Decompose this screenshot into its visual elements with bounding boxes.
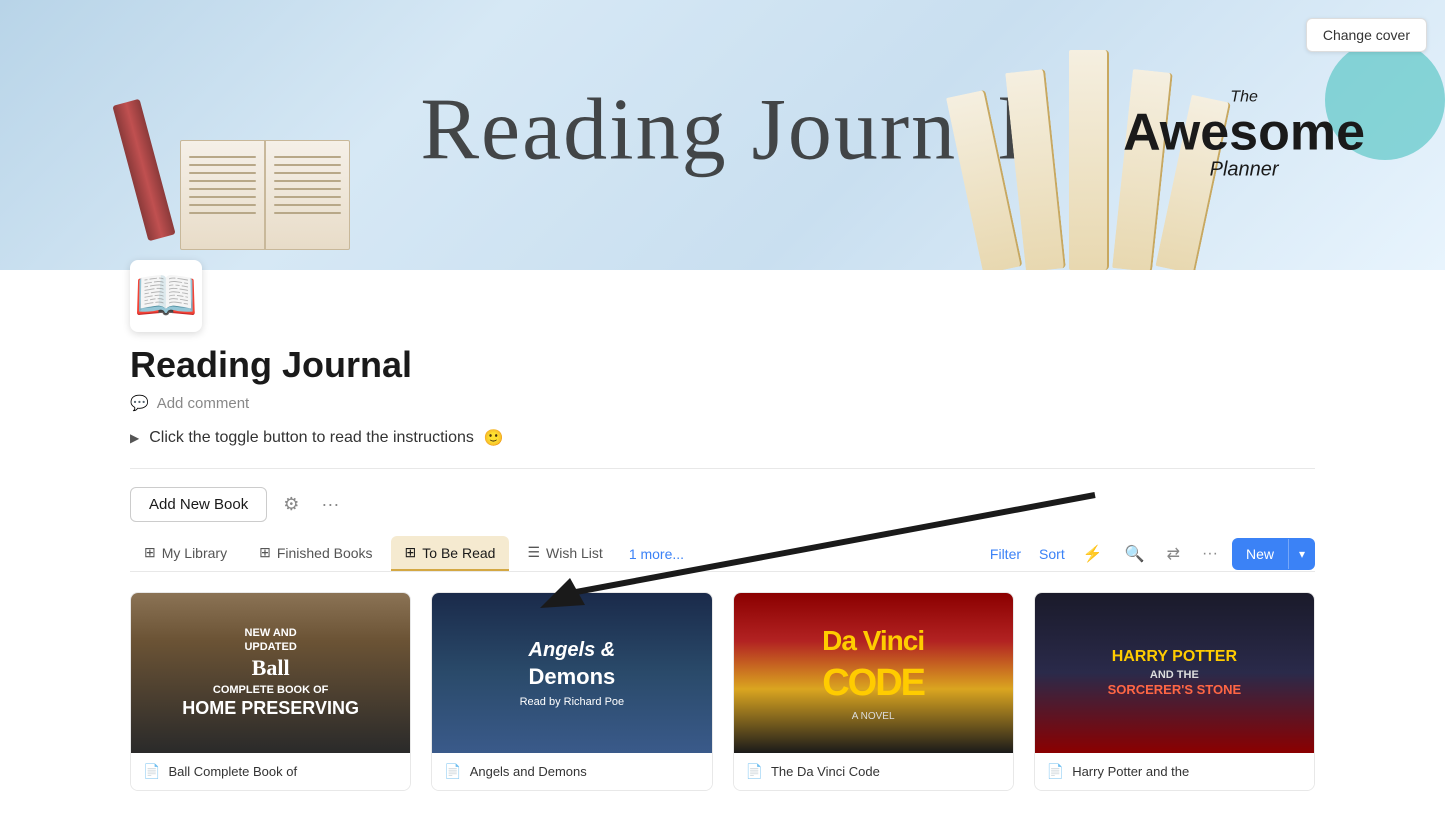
book-cover-text-4: HARRY POTTERAND THESORCERER'S STONE <box>1108 647 1242 699</box>
tab-finished-books[interactable]: ⊞ Finished Books <box>245 536 386 571</box>
tab-finished-books-icon: ⊞ <box>259 544 271 561</box>
section-divider <box>130 468 1315 469</box>
book-cover-3: Da VinciCODEA NOVEL <box>734 593 1013 753</box>
more-options-button[interactable]: ··· <box>315 490 345 519</box>
tab-finished-books-label: Finished Books <box>277 545 373 561</box>
open-book-left-page <box>180 140 265 250</box>
toolbar-row: Add New Book ⚙ ··· <box>130 487 1315 522</box>
book-card-1[interactable]: NEW ANDUPDATEDBallCOMPLETE BOOK OFHOME P… <box>130 592 411 791</box>
book-footer-2: 📄 Angels and Demons <box>432 753 711 790</box>
book-cover-1: NEW ANDUPDATEDBallCOMPLETE BOOK OFHOME P… <box>131 593 410 753</box>
banner: Reading Journal <box>0 0 1445 270</box>
tab-to-be-read-label: To Be Read <box>422 545 495 561</box>
toggle-row[interactable]: ▶ Click the toggle button to read the in… <box>130 428 1315 448</box>
book-footer-1: 📄 Ball Complete Book of <box>131 753 410 790</box>
book-cover-2: Angels &DemonsRead by Richard Poe <box>432 593 711 753</box>
page-title: Reading Journal <box>130 344 1315 386</box>
book-spine <box>112 99 175 241</box>
add-comment-label: Add comment <box>157 395 250 412</box>
book-card-4[interactable]: HARRY POTTERAND THESORCERER'S STONE 📄 Ha… <box>1034 592 1315 791</box>
main-content: Reading Journal 💬 Add comment ▶ Click th… <box>0 332 1445 831</box>
book-cover-text-3: Da VinciCODEA NOVEL <box>822 623 924 723</box>
tab-wish-list[interactable]: ☰ Wish List <box>513 536 616 571</box>
filter-button[interactable]: Filter <box>982 540 1029 568</box>
page-icon: 📖 <box>130 260 202 332</box>
book-title-1: Ball Complete Book of <box>168 764 297 779</box>
chevron-down-icon: ▾ <box>1299 547 1305 561</box>
lightning-button[interactable]: ⚡ <box>1075 538 1111 570</box>
book-cover-text-2: Angels &DemonsRead by Richard Poe <box>520 637 625 710</box>
book-cover-4: HARRY POTTERAND THESORCERER'S STONE <box>1035 593 1314 753</box>
books-grid: NEW ANDUPDATEDBallCOMPLETE BOOK OFHOME P… <box>130 592 1315 791</box>
add-new-book-button[interactable]: Add New Book <box>130 487 267 522</box>
book-footer-4: 📄 Harry Potter and the <box>1035 753 1314 790</box>
page-icon-area: 📖 <box>0 260 1445 332</box>
add-comment-row[interactable]: 💬 Add comment <box>130 394 1315 412</box>
lightning-icon: ⚡ <box>1083 546 1103 563</box>
settings-icon: ⚙ <box>283 494 299 514</box>
book-doc-icon-3: 📄 <box>746 763 763 780</box>
open-book <box>180 130 350 250</box>
open-book-right-page <box>265 140 350 250</box>
tab-to-be-read-icon: ⊞ <box>405 544 417 561</box>
more-tabs[interactable]: 1 more... <box>621 538 692 570</box>
tab-my-library-label: My Library <box>162 545 227 561</box>
book-footer-3: 📄 The Da Vinci Code <box>734 753 1013 790</box>
new-button-group: New ▾ <box>1232 538 1315 570</box>
tab-wish-list-icon: ☰ <box>527 544 540 561</box>
book-card-3[interactable]: Da VinciCODEA NOVEL 📄 The Da Vinci Code <box>733 592 1014 791</box>
awesome-planner-logo: The Awesome Planner <box>1123 89 1365 182</box>
search-icon: 🔍 <box>1125 546 1145 563</box>
book-card-2[interactable]: Angels &DemonsRead by Richard Poe 📄 Ange… <box>431 592 712 791</box>
book-doc-icon-2: 📄 <box>444 763 461 780</box>
tab-my-library-icon: ⊞ <box>144 544 156 561</box>
search-button[interactable]: 🔍 <box>1117 538 1153 570</box>
sort-button[interactable]: Sort <box>1035 540 1069 568</box>
banner-title: Reading Journal <box>420 79 1024 180</box>
book-cover-text-1: NEW ANDUPDATEDBallCOMPLETE BOOK OFHOME P… <box>182 626 359 721</box>
cycle-icon: ⇄ <box>1167 546 1180 563</box>
logo-awesome: Awesome <box>1123 107 1365 159</box>
tab-my-library[interactable]: ⊞ My Library <box>130 536 241 571</box>
tab-wish-list-label: Wish List <box>546 545 603 561</box>
book-title-4: Harry Potter and the <box>1072 764 1189 779</box>
more-dots-icon: ··· <box>321 494 339 514</box>
logo-planner: Planner <box>1123 159 1365 182</box>
comment-icon: 💬 <box>130 394 149 412</box>
new-button[interactable]: New <box>1232 538 1288 570</box>
book-doc-icon-1: 📄 <box>143 763 160 780</box>
fanned-book-3 <box>1069 50 1109 270</box>
tabs-row: ⊞ My Library ⊞ Finished Books ⊞ To Be Re… <box>130 536 1315 572</box>
tabs-right-actions: Filter Sort ⚡ 🔍 ⇄ ··· New ▾ <box>982 538 1315 570</box>
toggle-text: Click the toggle button to read the inst… <box>149 429 474 447</box>
book-title-2: Angels and Demons <box>470 764 587 779</box>
settings-button[interactable]: ⚙ <box>277 490 305 519</box>
new-button-chevron[interactable]: ▾ <box>1288 539 1315 569</box>
more-tab-actions-icon: ··· <box>1202 545 1218 562</box>
banner-book-illustration-left <box>80 70 300 270</box>
more-tab-actions-button[interactable]: ··· <box>1194 539 1226 569</box>
change-cover-button[interactable]: Change cover <box>1306 18 1427 52</box>
toggle-emoji: 🙂 <box>484 428 504 448</box>
book-title-3: The Da Vinci Code <box>771 764 880 779</box>
book-doc-icon-4: 📄 <box>1047 763 1064 780</box>
toggle-arrow-icon: ▶ <box>130 431 139 445</box>
tab-to-be-read[interactable]: ⊞ To Be Read <box>391 536 510 571</box>
cycle-button[interactable]: ⇄ <box>1159 538 1188 570</box>
